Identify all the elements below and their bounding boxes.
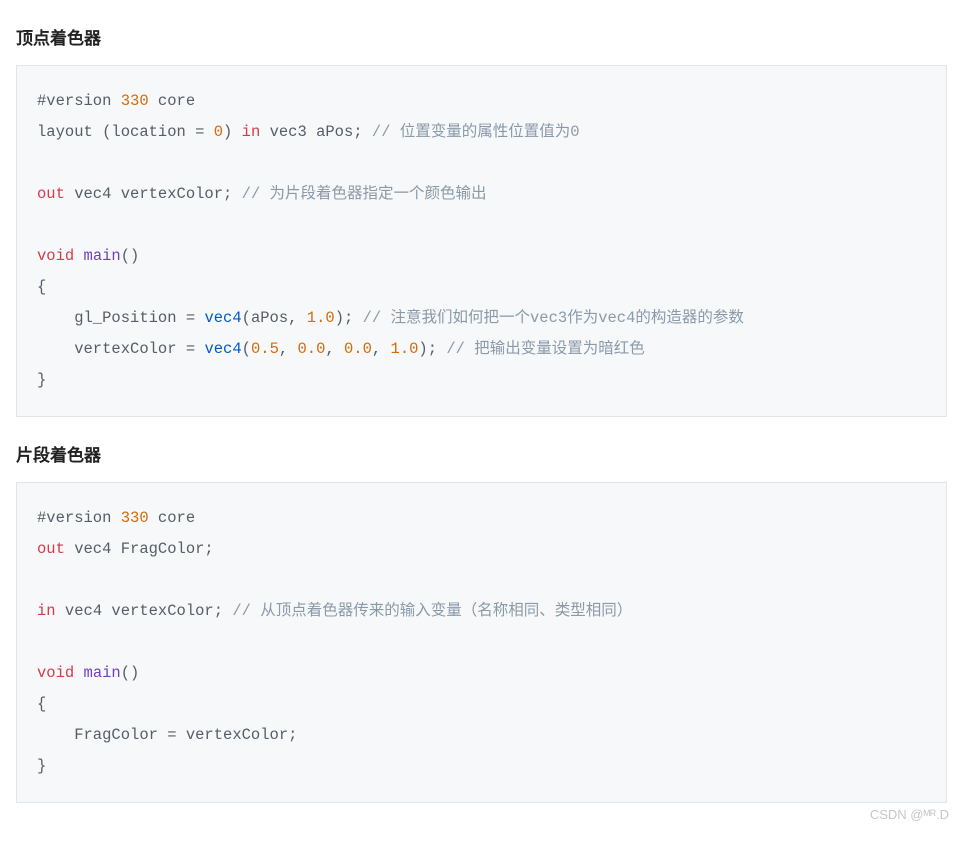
code-text: ); <box>418 340 446 358</box>
code-number: 0.5 <box>251 340 279 358</box>
code-text: ) <box>223 123 242 141</box>
code-function: main <box>84 664 121 682</box>
code-keyword: out <box>37 540 65 558</box>
code-number: 330 <box>121 92 149 110</box>
code-keyword: void <box>37 664 74 682</box>
code-text <box>74 247 83 265</box>
code-type: vec4 <box>204 309 241 327</box>
code-comment: // 把输出变量设置为暗红色 <box>446 340 644 358</box>
code-text: ( <box>242 340 251 358</box>
code-function: main <box>84 247 121 265</box>
code-comment: // 位置变量的属性位置值为0 <box>372 123 580 141</box>
code-paren: () <box>121 664 140 682</box>
code-text: core <box>149 509 196 527</box>
code-comment: // 从顶点着色器传来的输入变量（名称相同、类型相同） <box>232 602 632 620</box>
code-text: vertexColor = <box>37 340 204 358</box>
code-text: , <box>325 340 344 358</box>
code-number: 330 <box>121 509 149 527</box>
code-number: 1.0 <box>307 309 335 327</box>
code-text: vec4 vertexColor; <box>56 602 233 620</box>
code-text: { <box>37 695 46 713</box>
code-text: #version <box>37 92 121 110</box>
code-text: vec3 aPos; <box>260 123 372 141</box>
code-text: { <box>37 278 46 296</box>
code-text: vec4 FragColor; <box>65 540 214 558</box>
code-text: #version <box>37 509 121 527</box>
code-text: , <box>279 340 298 358</box>
code-number: 0.0 <box>297 340 325 358</box>
code-comment: // 为片段着色器指定一个颜色输出 <box>242 185 487 203</box>
vertex-shader-code: #version 330 core layout (location = 0) … <box>16 65 947 417</box>
code-text: } <box>37 371 46 389</box>
fragment-shader-code: #version 330 core out vec4 FragColor; in… <box>16 482 947 803</box>
code-text: } <box>37 757 46 775</box>
code-text: layout (location = <box>37 123 214 141</box>
code-paren: () <box>121 247 140 265</box>
code-text: gl_Position = <box>37 309 204 327</box>
code-keyword: in <box>37 602 56 620</box>
code-type: vec4 <box>204 340 241 358</box>
code-text <box>74 664 83 682</box>
code-number: 0.0 <box>344 340 372 358</box>
code-text: FragColor = vertexColor; <box>37 726 297 744</box>
code-text: vec4 vertexColor; <box>65 185 242 203</box>
code-text: (aPos, <box>242 309 307 327</box>
watermark-text: CSDN @ᴹᴿ.D <box>870 807 949 822</box>
code-text: ); <box>335 309 363 327</box>
vertex-shader-heading: 顶点着色器 <box>16 24 947 49</box>
code-keyword: void <box>37 247 74 265</box>
code-text: , <box>372 340 391 358</box>
code-keyword: out <box>37 185 65 203</box>
code-comment: // 注意我们如何把一个vec3作为vec4的构造器的参数 <box>363 309 744 327</box>
code-number: 1.0 <box>391 340 419 358</box>
fragment-shader-heading: 片段着色器 <box>16 441 947 466</box>
code-number: 0 <box>214 123 223 141</box>
code-keyword: in <box>242 123 261 141</box>
code-text: core <box>149 92 196 110</box>
